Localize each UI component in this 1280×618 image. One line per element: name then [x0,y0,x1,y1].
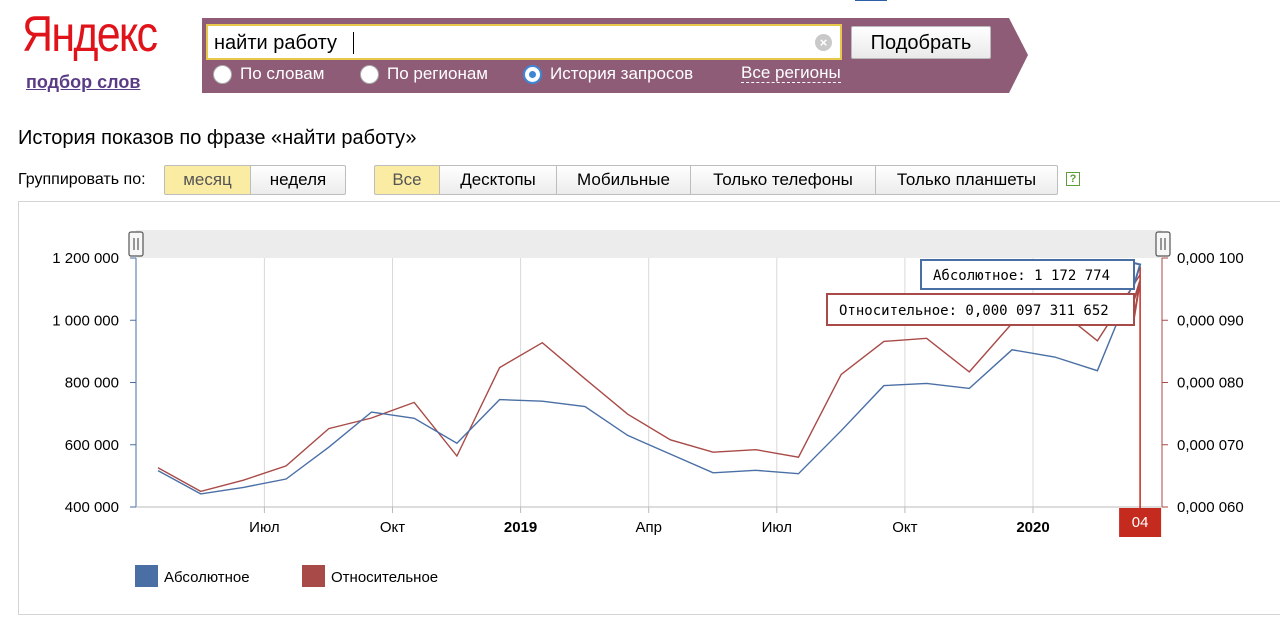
y-right-tick-label: 0,000 090 [1177,312,1244,329]
legend-swatch-relative[interactable] [302,565,325,587]
x-tick-label: Июл [249,519,279,536]
y-left-tick-label: 1 200 000 [52,250,119,267]
legend-label-relative[interactable]: Относительное [331,569,438,586]
y-right-tick-label: 0,000 080 [1177,375,1244,392]
range-navigator-band[interactable] [136,230,1162,258]
y-left-tick-label: 1 000 000 [52,312,119,329]
x-tick-label: Окт [892,519,917,536]
history-chart: 400 000 600 000 800 000 1 000 000 1 200 000 0… [52,230,1244,587]
hover-date-label: 04 [1132,514,1149,531]
y-right-tick-label: 0,000 100 [1177,250,1244,267]
y-left-tick-label: 800 000 [65,375,119,392]
x-tick-label: Апр [635,519,661,536]
x-tick-label: 2019 [504,519,537,536]
x-tick-label: Окт [380,519,405,536]
x-tick-label: 2020 [1016,519,1049,536]
tooltip-relative-text: Относительное: 0,000 097 311 652 [839,303,1109,319]
y-right-tick-label: 0,000 070 [1177,437,1244,454]
x-tick-label: Июл [762,519,792,536]
legend-layer: Абсолютное Относительное [135,565,438,587]
y-right-tick-label: 0,000 060 [1177,499,1244,516]
y-left-tick-label: 600 000 [65,437,119,454]
legend-label-absolute[interactable]: Абсолютное [164,569,250,586]
range-handle-right-icon[interactable] [1155,231,1171,257]
tooltip-absolute-text: Абсолютное: 1 172 774 [933,268,1110,284]
y-left-tick-label: 400 000 [65,499,119,516]
legend-swatch-absolute[interactable] [135,565,158,587]
range-handle-left-icon[interactable] [128,231,144,257]
overlay-layer: 04 Относительное: 0,000 097 311 652 Абсолю… [128,231,1171,537]
axis-layer: 400 000 600 000 800 000 1 000 000 1 200 000 0… [52,250,1243,536]
